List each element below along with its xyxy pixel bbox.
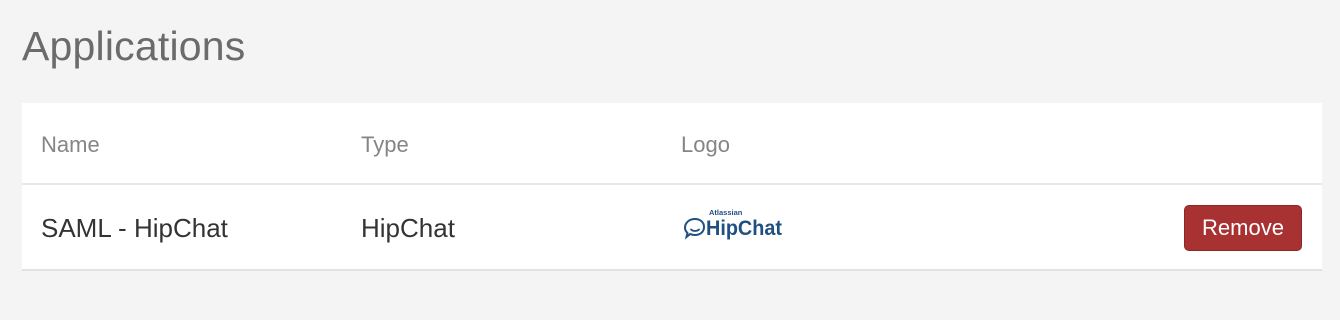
page-title: Applications	[22, 23, 246, 69]
hipchat-logo-graphic: Atlassian HipChat	[683, 208, 782, 240]
application-name: SAML - HipChat	[41, 213, 228, 243]
applications-page: Applications Name Type Logo SAML - HipCh…	[0, 0, 1340, 320]
table-row: SAML - HipChat HipChat Atlassian HipChat…	[22, 185, 1322, 269]
logo-small-text: Atlassian	[709, 208, 743, 217]
applications-table: Name Type Logo SAML - HipChat HipChat At…	[22, 103, 1322, 271]
hipchat-logo: Atlassian HipChat	[682, 206, 792, 246]
logo-text: HipChat	[706, 217, 782, 240]
column-header-type: Type	[361, 132, 409, 157]
application-type: HipChat	[361, 213, 455, 243]
remove-button[interactable]: Remove	[1184, 205, 1302, 251]
column-header-name: Name	[41, 132, 100, 157]
speech-bubble-icon	[683, 217, 706, 240]
column-header-logo: Logo	[681, 132, 730, 157]
table-header-row: Name Type Logo	[22, 103, 1322, 185]
